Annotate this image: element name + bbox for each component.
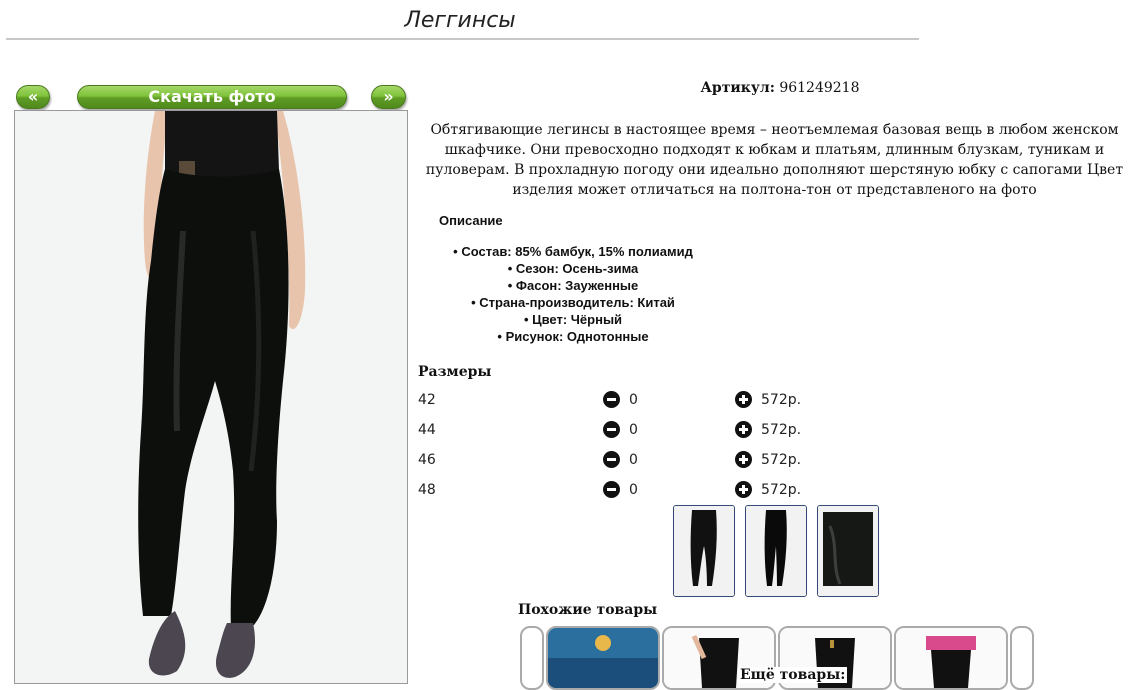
property-item: Страна-производитель: Китай <box>418 294 728 311</box>
plus-circle-icon[interactable] <box>735 481 752 498</box>
quantity-value: 0 <box>629 452 638 468</box>
prev-photo-button[interactable]: « <box>16 85 50 109</box>
title-divider <box>6 38 919 40</box>
product-description: Обтягивающие легинсы в настоящее время –… <box>425 122 1124 198</box>
size-row: 48 0 572р. <box>418 480 838 502</box>
quantity-value: 0 <box>629 422 638 438</box>
next-photo-button[interactable]: » <box>371 85 406 109</box>
similar-products-heading: Похожие товары <box>518 602 658 618</box>
article-line: Артикул: 961249218 <box>620 80 940 96</box>
property-item: Состав: 85% бамбук, 15% полиамид <box>418 243 728 260</box>
photo-thumbnail[interactable] <box>673 505 735 597</box>
download-photo-button[interactable]: Скачать фото <box>77 85 347 109</box>
page-title: Леггинсы <box>404 8 516 33</box>
properties-list: Состав: 85% бамбук, 15% полиамид Сезон: … <box>418 243 728 345</box>
property-item: Рисунок: Однотонные <box>418 328 728 345</box>
size-value: 44 <box>418 422 436 438</box>
article-value: 961249218 <box>779 80 860 96</box>
property-item: Сезон: Осень-зима <box>418 260 728 277</box>
size-row: 42 0 572р. <box>418 390 838 412</box>
main-product-photo[interactable] <box>14 110 408 684</box>
minus-circle-icon[interactable] <box>603 451 620 468</box>
size-row: 46 0 572р. <box>418 450 838 472</box>
carousel-left-arrow[interactable] <box>520 626 544 690</box>
quantity-value: 0 <box>629 482 638 498</box>
minus-circle-icon[interactable] <box>603 421 620 438</box>
plus-circle-icon[interactable] <box>735 451 752 468</box>
minus-circle-icon[interactable] <box>603 391 620 408</box>
size-row: 44 0 572р. <box>418 420 838 442</box>
article-label: Артикул: <box>700 80 775 96</box>
size-value: 48 <box>418 482 436 498</box>
quantity-value: 0 <box>629 392 638 408</box>
photo-thumbnail[interactable] <box>745 505 807 597</box>
size-value: 42 <box>418 392 436 408</box>
carousel-right-arrow[interactable] <box>1010 626 1034 690</box>
property-item: Цвет: Чёрный <box>418 311 728 328</box>
photo-thumbnail[interactable] <box>817 505 879 597</box>
similar-product-card[interactable] <box>894 626 1008 690</box>
property-item: Фасон: Зауженные <box>418 277 728 294</box>
plus-circle-icon[interactable] <box>735 421 752 438</box>
price-value: 572р. <box>761 392 802 408</box>
sizes-heading: Размеры <box>418 364 492 380</box>
price-value: 572р. <box>761 482 802 498</box>
size-value: 46 <box>418 452 436 468</box>
price-value: 572р. <box>761 452 802 468</box>
price-value: 572р. <box>761 422 802 438</box>
plus-circle-icon[interactable] <box>735 391 752 408</box>
details-heading: Описание <box>439 213 503 228</box>
minus-circle-icon[interactable] <box>603 481 620 498</box>
similar-product-card[interactable] <box>546 626 660 690</box>
